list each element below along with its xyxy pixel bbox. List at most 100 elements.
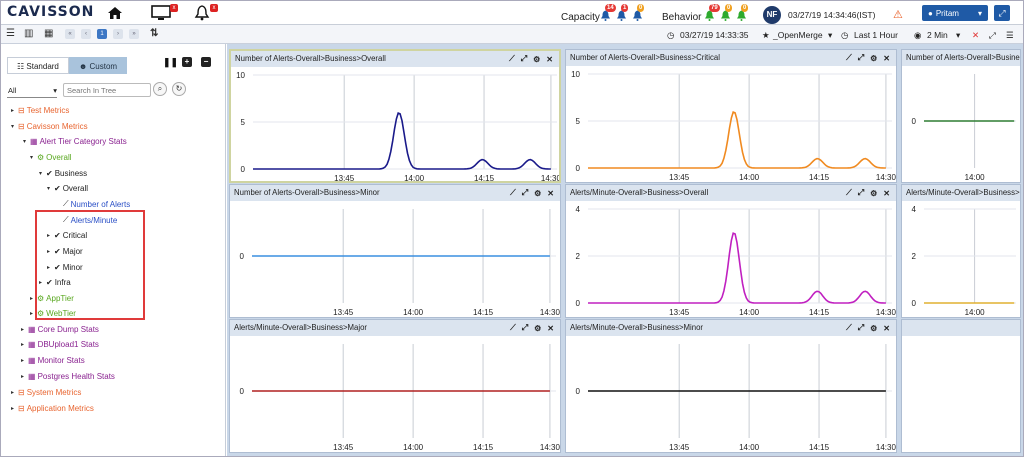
list-icon[interactable]: ☰ [1006,30,1014,41]
tree-node[interactable]: ▾ ⚙ Overall [30,150,72,164]
expand-icon[interactable]: ⤢ [858,323,864,333]
line-chart-icon[interactable]: ⟋ [510,323,516,333]
graph-plot-area: 0 2 4 13:45 14:00 14:15 14:30 [566,201,896,317]
next-page-icon[interactable]: › [113,29,123,39]
line-chart-icon[interactable]: ⟋ [510,188,516,198]
caret-down-icon[interactable]: ▾ [30,154,37,161]
users-icon: ☻ [78,62,90,71]
current-page[interactable]: 1 [97,29,107,39]
bell-icon[interactable]: x [194,4,218,21]
graph-panel[interactable]: Number of Alerts-Overall>Business>Critic… [565,49,897,183]
graph-panel[interactable]: Alerts/Minute-Overall>Business>Major ⟋ ⤢ ⚙ ✕… [229,319,561,453]
line-chart-icon[interactable]: ⟋ [509,54,515,64]
search-button[interactable]: ⌕ [153,82,167,96]
x-tick-label: 13:45 [669,443,690,452]
expand-icon[interactable]: ⤢ [522,323,528,333]
tree-node[interactable]: ▸ ▦ Postgres Health Stats [21,369,115,383]
close-icon[interactable]: ✕ [547,324,554,333]
tree-node[interactable]: ▾ ⊟ Cavisson Metrics [11,119,88,133]
table-icon[interactable]: ▦ [44,28,53,39]
first-page-icon[interactable]: « [65,29,75,39]
tree-node[interactable]: ▸ ⊟ System Metrics [11,385,81,399]
caret-right-icon[interactable]: ▸ [21,326,28,333]
merge-dropdown[interactable]: _OpenMerge [773,30,823,40]
last-page-icon[interactable]: » [129,29,139,39]
refresh-button[interactable]: ↻ [172,82,186,96]
minus-icon[interactable]: − [201,57,211,67]
caret-right-icon[interactable]: ▸ [11,389,18,396]
hamburger-menu-icon[interactable]: ☰ [6,28,15,39]
tab-standard[interactable]: ☷ Standard [7,57,69,74]
caret-right-icon[interactable]: ▸ [11,107,18,114]
tree-node[interactable]: ⟋ Number of Alerts [59,197,130,211]
expand-icon[interactable]: ⤢ [989,30,996,41]
caret-right-icon[interactable]: ▸ [21,341,28,348]
pin-icon[interactable]: ✕ [972,30,979,41]
plus-icon[interactable]: + [182,57,192,67]
filter-select[interactable]: All ▾ [7,84,57,98]
tree-node[interactable]: ▾ ✔ Business [39,166,87,180]
tree-node-label: Monitor Stats [37,355,85,365]
tree-node[interactable]: ▸ ▦ Monitor Stats [21,353,85,367]
gear-icon[interactable]: ⚙ [870,54,877,63]
tree-node[interactable]: ▸ ⊟ Application Metrics [11,401,94,415]
caret-down-icon[interactable]: ▾ [11,123,18,130]
expand-icon[interactable]: ⤢ [522,188,528,198]
tree-node-label: System Metrics [26,387,82,397]
prev-page-icon[interactable]: ‹ [81,29,91,39]
x-tick-label: 14:30 [876,443,897,452]
user-menu-button[interactable]: ● Pritam ▾ [922,5,988,21]
graph-panel[interactable]: Number of Alerts-Overall>Business>Overal… [229,49,561,183]
pause-icon[interactable]: ❚❚ [163,57,178,67]
line-chart-icon[interactable]: ⟋ [846,188,852,198]
line-chart-icon[interactable]: ⟋ [846,53,852,63]
tab-custom-label: Custom [89,62,118,71]
tree-node[interactable]: ▸ ⊟ Test Metrics [11,103,69,117]
caret-right-icon[interactable]: ▸ [11,405,18,412]
close-icon[interactable]: ✕ [883,324,890,333]
gear-icon[interactable]: ⚙ [533,55,540,64]
caret-right-icon[interactable]: ▸ [21,357,28,364]
graph-panel[interactable]: Number of Alerts-Overall>Business>Major 0… [901,49,1021,183]
x-tick-label: 14:30 [876,173,897,182]
gear-icon[interactable]: ⚙ [870,189,877,198]
tree-node[interactable]: ▾ ▦ Alert Tier Category Stats [23,134,127,148]
tab-custom[interactable]: ☻ Custom [68,57,128,74]
graph-panel[interactable]: Alerts/Minute-Overall>Business>Critical 0… [901,184,1021,318]
caret-right-icon[interactable]: ▸ [21,373,28,380]
graph-panel[interactable]: Alerts/Minute-Overall>Business>Overall ⟋ ⤢… [565,184,897,318]
line-chart-icon[interactable]: ⟋ [846,323,852,333]
tree-node[interactable]: ▸ ▦ Core Dump Stats [21,322,99,336]
x-tick-label: 14:00 [403,443,424,452]
gear-icon[interactable]: ⚙ [534,324,541,333]
tree-node[interactable]: ▾ ✔ Overall [47,181,88,195]
time-range-dropdown[interactable]: Last 1 Hour [854,30,898,40]
user-avatar[interactable]: NF [763,6,781,24]
caret-down-icon[interactable]: ▾ [39,170,46,177]
close-icon[interactable]: ✕ [883,189,890,198]
tree-search-input[interactable] [63,83,151,97]
user-alert-icon[interactable]: ⚠ [893,8,903,21]
graph-panel[interactable]: Number of Alerts-Overall>Business>Minor ⟋… [229,184,561,318]
line-chart: 0 13:45 14:00 14:15 14:30 [240,209,560,317]
bar-chart-icon[interactable]: ▥ [24,28,33,39]
close-icon[interactable]: ✕ [883,54,890,63]
graph-panel[interactable]: Alerts/Minute-Overall>Business>Minor ⟋ ⤢ ⚙ ✕… [565,319,897,453]
expand-icon[interactable]: ⤢ [858,53,864,63]
tree-node[interactable]: ▸ ▦ DBUpload1 Stats [21,337,99,351]
monitor-icon[interactable]: x [151,4,178,21]
gear-icon[interactable]: ⚙ [534,189,541,198]
close-icon[interactable]: ✕ [546,55,553,64]
gear-icon[interactable]: ⚙ [870,324,877,333]
home-icon[interactable] [107,4,123,21]
caret-down-icon[interactable]: ▾ [47,185,54,192]
expand-icon[interactable]: ⤢ [858,188,864,198]
expand-icon[interactable]: ⤢ [521,54,527,64]
fullscreen-button[interactable]: ⤢ [994,5,1010,21]
highlight-box [35,210,145,320]
close-icon[interactable]: ✕ [547,189,554,198]
interval-dropdown[interactable]: 2 Min [927,30,948,40]
sort-icon[interactable]: ⇅ [150,28,158,39]
y-tick-label: 0 [912,117,917,126]
caret-down-icon[interactable]: ▾ [23,138,30,145]
